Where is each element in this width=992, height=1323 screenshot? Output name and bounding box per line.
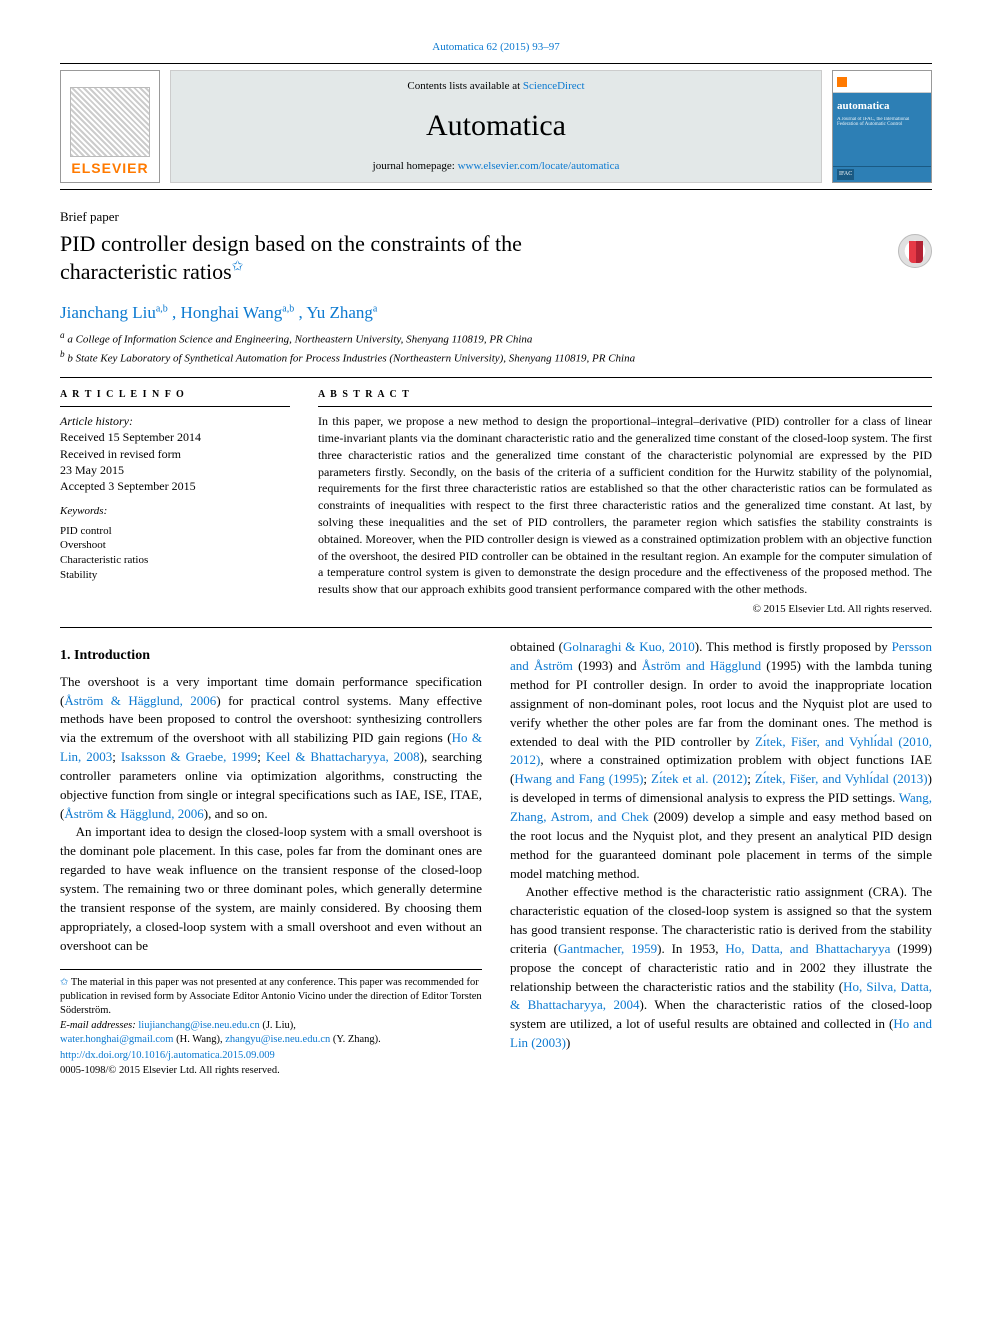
- ref-gantmacher-1959[interactable]: Gantmacher, 1959: [558, 941, 657, 956]
- footnote-text: The material in this paper was not prese…: [60, 977, 482, 1015]
- journal-cover[interactable]: automatica A Journal of IFAC, the Intern…: [832, 70, 932, 183]
- keyword-4: Stability: [60, 568, 290, 583]
- elsevier-wordmark: ELSEVIER: [71, 159, 148, 179]
- journal-name: Automatica: [426, 105, 566, 147]
- elsevier-tree-icon: [70, 87, 150, 157]
- article-title: PID controller design based on the const…: [60, 230, 898, 285]
- ref-zitek-2013[interactable]: Zı́tek, Fišer, and Vyhlı́dal (2013): [755, 771, 928, 786]
- intro-para-2-cont: obtained (Golnaraghi & Kuo, 2010). This …: [510, 638, 932, 883]
- ref-astrom-1995[interactable]: Åström and Hägglund: [642, 658, 761, 673]
- contents-line: Contents lists available at ScienceDirec…: [407, 79, 584, 94]
- intro-para-2: An important idea to design the closed-l…: [60, 823, 482, 955]
- cover-logo-icon: [837, 77, 847, 87]
- masthead: ELSEVIER Contents lists available at Sci…: [60, 70, 932, 183]
- sciencedirect-link[interactable]: ScienceDirect: [523, 80, 585, 92]
- cover-mid: automatica A Journal of IFAC, the Intern…: [833, 93, 931, 166]
- header-citation: Automatica 62 (2015) 93–97: [60, 40, 932, 55]
- cover-bottom: IFAC: [833, 166, 931, 182]
- abstract-block: A B S T R A C T In this paper, we propos…: [318, 388, 932, 617]
- ref-zitek-2012[interactable]: Zı́tek et al. (2012): [651, 771, 747, 786]
- elsevier-logo[interactable]: ELSEVIER: [60, 70, 160, 183]
- cover-top: [833, 71, 931, 93]
- cover-title: automatica: [837, 99, 927, 114]
- cover-subtitle: A Journal of IFAC, the International Fed…: [837, 117, 927, 128]
- copyright: © 2015 Elsevier Ltd. All rights reserved…: [318, 602, 932, 617]
- email-2[interactable]: water.honghai@gmail.com: [60, 1034, 173, 1045]
- abstract-heading: A B S T R A C T: [318, 388, 932, 402]
- author-3[interactable]: , Yu Zhang: [298, 303, 372, 322]
- homepage-link[interactable]: www.elsevier.com/locate/automatica: [458, 160, 620, 172]
- footnotes: ✩ The material in this paper was not pre…: [60, 969, 482, 1077]
- keyword-3: Characteristic ratios: [60, 553, 290, 568]
- ref-astrom-2006a[interactable]: Åström & Hägglund, 2006: [64, 693, 216, 708]
- issn-line: 0005-1098/© 2015 Elsevier Ltd. All right…: [60, 1064, 482, 1078]
- intro-para-3: Another effective method is the characte…: [510, 883, 932, 1053]
- email-1[interactable]: liujianchang@ise.neu.edu.cn: [138, 1020, 259, 1031]
- author-2[interactable]: , Honghai Wang: [172, 303, 282, 322]
- crossmark-icon[interactable]: [898, 234, 932, 268]
- authors: Jianchang Liua,b , Honghai Wanga,b , Yu …: [60, 301, 932, 325]
- brief-paper-label: Brief paper: [60, 208, 932, 226]
- ifac-badge: IFAC: [837, 169, 854, 179]
- keyword-1: PID control: [60, 524, 290, 539]
- footnote-star-icon: ✩: [60, 977, 68, 988]
- homepage-line: journal homepage: www.elsevier.com/locat…: [373, 159, 620, 174]
- ref-isaksson-1999[interactable]: Isaksson & Graebe, 1999: [121, 749, 257, 764]
- section-1-heading: 1. Introduction: [60, 646, 482, 666]
- top-rule: [60, 63, 932, 64]
- masthead-bottom-rule: [60, 189, 932, 190]
- affiliation-a: a a College of Information Science and E…: [60, 329, 932, 348]
- pre-abstract-rule: [60, 377, 932, 378]
- keyword-2: Overshoot: [60, 538, 290, 553]
- info-rule: [60, 406, 290, 407]
- intro-para-1: The overshoot is a very important time d…: [60, 673, 482, 824]
- article-info: A R T I C L E I N F O Article history: R…: [60, 388, 290, 617]
- ref-hwang-1995[interactable]: Hwang and Fang (1995): [514, 771, 643, 786]
- masthead-center: Contents lists available at ScienceDirec…: [170, 70, 822, 183]
- affiliation-b: b b State Key Laboratory of Synthetical …: [60, 348, 932, 367]
- ref-keel-2008[interactable]: Keel & Bhattacharyya, 2008: [266, 749, 420, 764]
- author-2-aff[interactable]: a,b: [282, 304, 294, 315]
- keywords-heading: Keywords:: [60, 504, 290, 519]
- author-1-aff[interactable]: a,b: [156, 304, 168, 315]
- abstract-row: A R T I C L E I N F O Article history: R…: [60, 388, 932, 617]
- abstract-rule: [318, 406, 932, 407]
- abstract-text: In this paper, we propose a new method t…: [318, 413, 932, 598]
- header-citation-link[interactable]: Automatica 62 (2015) 93–97: [432, 41, 559, 53]
- author-1[interactable]: Jianchang Liu: [60, 303, 156, 322]
- article-info-heading: A R T I C L E I N F O: [60, 388, 290, 402]
- ref-astrom-2006b[interactable]: Åström & Hägglund, 2006: [64, 806, 203, 821]
- author-3-aff[interactable]: a: [373, 304, 377, 315]
- body-columns: 1. Introduction The overshoot is a very …: [60, 638, 932, 1077]
- email-3[interactable]: zhangyu@ise.neu.edu.cn: [225, 1034, 330, 1045]
- post-abstract-rule: [60, 627, 932, 628]
- ref-golnaraghi-2010[interactable]: Golnaraghi & Kuo, 2010: [563, 639, 695, 654]
- doi-link[interactable]: http://dx.doi.org/10.1016/j.automatica.2…: [60, 1050, 275, 1061]
- ref-ho-1999[interactable]: Ho, Datta, and Bhattacharyya: [725, 941, 890, 956]
- title-footnote-star-icon[interactable]: ✩: [232, 260, 244, 275]
